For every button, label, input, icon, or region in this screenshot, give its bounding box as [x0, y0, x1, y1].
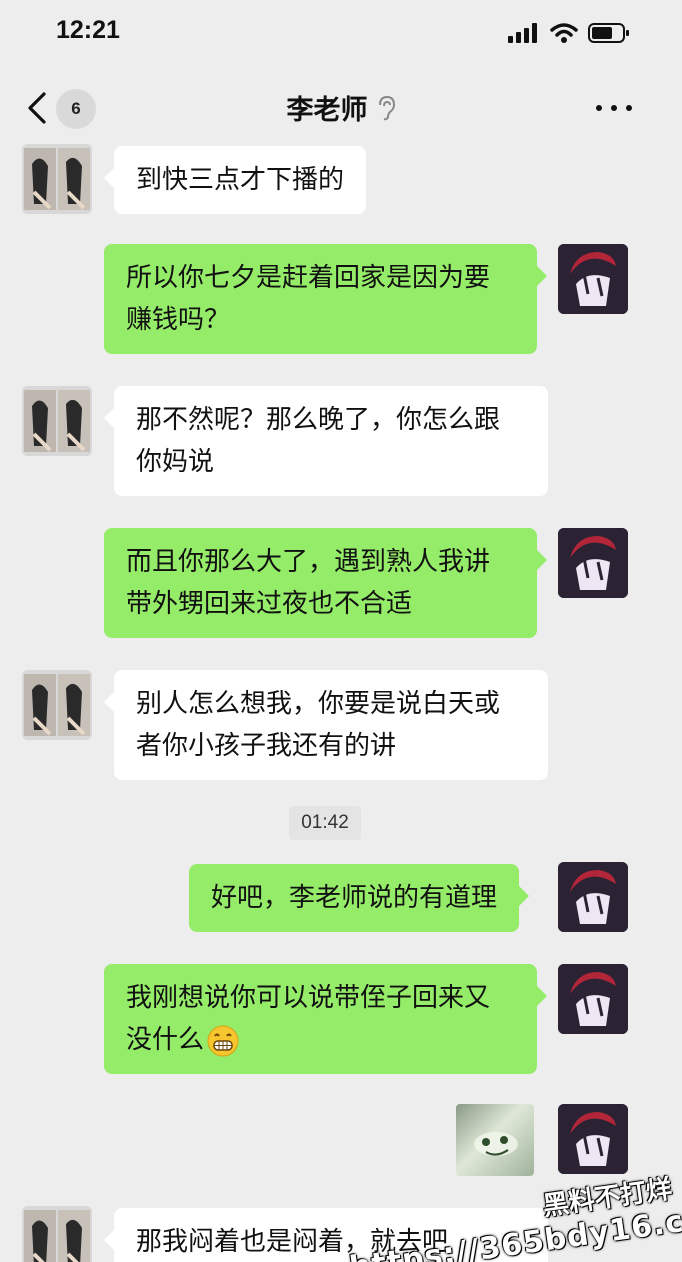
status-bar: 12:21: [0, 0, 682, 64]
message-line: 别人怎么想我，你要是说白天或: [136, 689, 501, 719]
message-line: 没什么: [126, 1019, 515, 1061]
incoming-message-bubble[interactable]: 别人怎么想我，你要是说白天或 者你小孩子我还有的讲: [104, 670, 548, 780]
message-line: 到快三点才下播的: [136, 165, 345, 195]
outgoing-message-bubble[interactable]: 我刚想说你可以说带侄子回来又 没什么: [104, 964, 547, 1074]
my-avatar[interactable]: [558, 1104, 628, 1174]
contact-avatar[interactable]: [22, 1206, 92, 1262]
chat-screen: 12:21 6 李老师 到快三点才下播的 所以你七夕是赶着回家是因为要 赚钱吗？…: [0, 0, 682, 1262]
contact-avatar[interactable]: [22, 670, 92, 740]
message-list[interactable]: 到快三点才下播的 所以你七夕是赶着回家是因为要 赚钱吗？ 那不然呢？那么晚了，你…: [0, 140, 682, 1262]
message-line: 而且你那么大了，遇到熟人我讲: [126, 547, 491, 577]
message-line: 那不然呢？那么晚了，你怎么跟: [136, 405, 501, 435]
grinning-face-icon: [207, 1025, 239, 1056]
more-dots-icon[interactable]: [596, 96, 632, 120]
incoming-message-bubble[interactable]: 那不然呢？那么晚了，你怎么跟 你妈说: [104, 386, 548, 496]
battery-icon: [588, 23, 629, 43]
status-icons: [508, 22, 630, 44]
message-line: 所以你七夕是赶着回家是因为要: [126, 263, 491, 293]
chat-title: 李老师: [0, 88, 682, 127]
my-avatar[interactable]: [558, 528, 628, 598]
message-timestamp: 01:42: [289, 806, 361, 840]
message-line: 者你小孩子我还有的讲: [136, 731, 397, 761]
message-line-text: 没什么: [126, 1025, 205, 1055]
outgoing-message-bubble[interactable]: 所以你七夕是赶着回家是因为要 赚钱吗？: [104, 244, 547, 354]
wifi-icon: [550, 23, 578, 43]
my-avatar[interactable]: [558, 964, 628, 1034]
message-line: 我刚想说你可以说带侄子回来又: [126, 983, 491, 1013]
contact-name: 李老师: [286, 95, 368, 126]
status-time: 12:21: [56, 16, 120, 44]
message-line: 好吧，李老师说的有道理: [211, 883, 498, 913]
cellular-signal-icon: [508, 23, 537, 43]
outgoing-message-bubble[interactable]: 而且你那么大了，遇到熟人我讲 带外甥回来过夜也不合适: [104, 528, 547, 638]
message-line: 你妈说: [136, 447, 215, 477]
image-message[interactable]: [456, 1104, 534, 1176]
message-line: 带外甥回来过夜也不合适: [126, 589, 413, 619]
ear-icon: [378, 95, 395, 120]
contact-avatar[interactable]: [22, 144, 92, 214]
my-avatar[interactable]: [558, 862, 628, 932]
incoming-message-bubble[interactable]: 到快三点才下播的: [103, 146, 367, 214]
chat-header: 6 李老师: [0, 76, 682, 140]
outgoing-message-bubble[interactable]: 好吧，李老师说的有道理: [189, 864, 530, 932]
my-avatar[interactable]: [558, 244, 628, 314]
contact-avatar[interactable]: [22, 386, 92, 456]
message-line: 赚钱吗？: [126, 305, 231, 335]
